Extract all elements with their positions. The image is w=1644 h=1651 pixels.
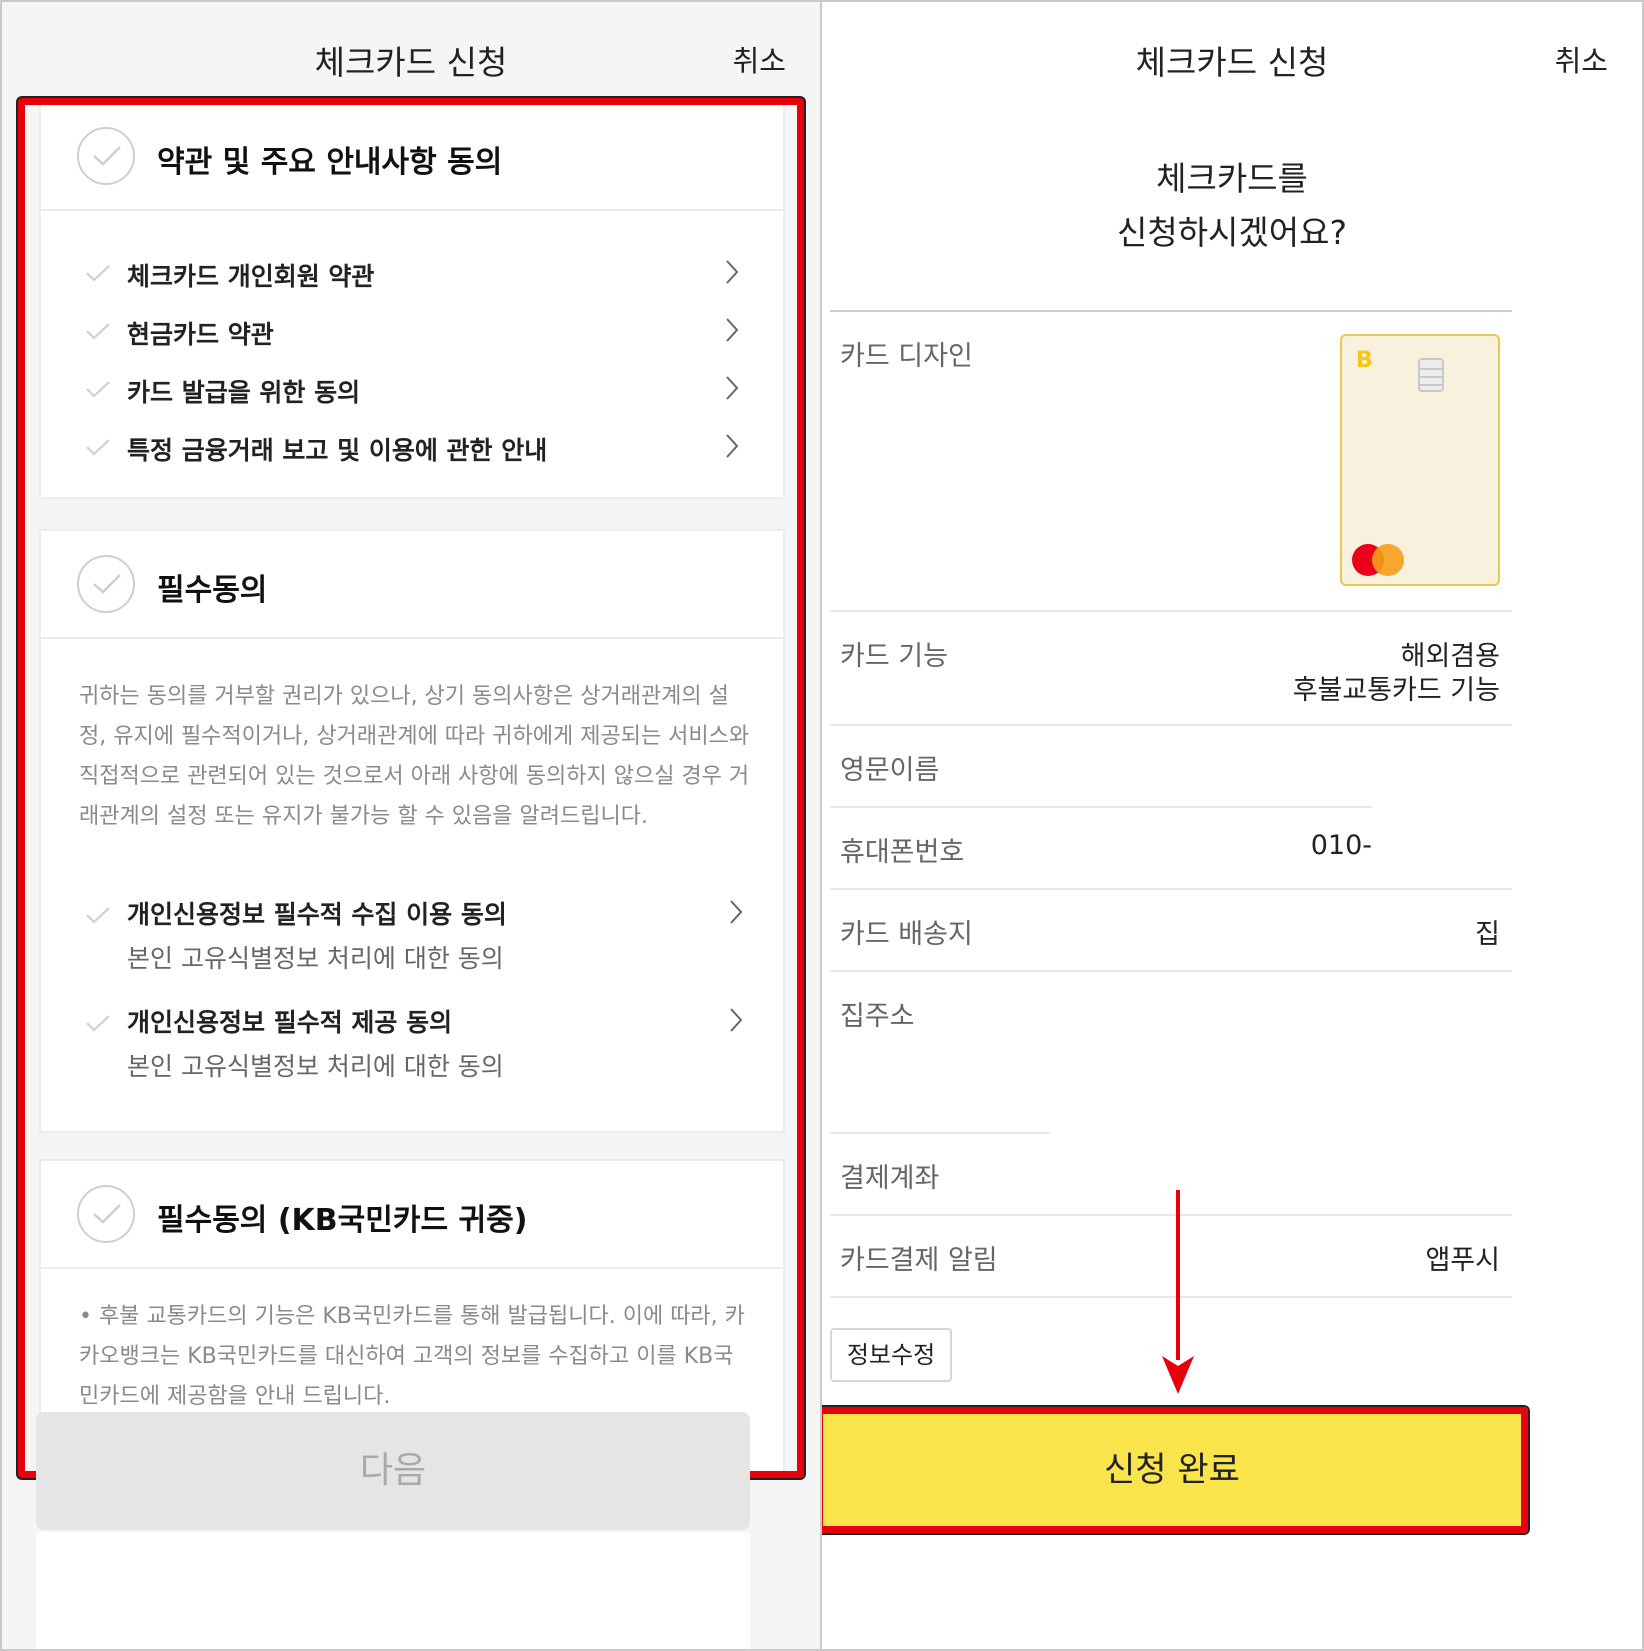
check-icon [86,1015,110,1032]
check-icon [86,381,110,398]
divider [830,888,1512,890]
term-item-issuance[interactable]: 카드 발급을 위한 동의 [41,361,783,419]
required-consent-header[interactable]: 필수동의 [41,531,783,639]
required-consent-card: 필수동의 귀하는 동의를 거부할 권리가 있으나, 상기 동의사항은 상거래관계… [39,529,785,1133]
phone-value: 010- [1310,830,1372,861]
next-button[interactable]: 다음 [36,1412,750,1530]
left-cancel-button[interactable]: 취소 [733,38,786,80]
chevron-right-icon [730,1008,743,1032]
account-label: 결제계좌 [840,1163,940,1194]
chevron-right-icon [726,260,739,284]
card-function-label: 카드 기능 [840,641,948,672]
kb-consent-header[interactable]: 필수동의 (KB국민카드 귀중) [41,1161,783,1269]
alert-value: 앱푸시 [1425,1245,1500,1276]
terms-card: 약관 및 주요 안내사항 동의 체크카드 개인회원 약관 현금카드 약관 카드 … [39,105,785,499]
chevron-right-icon [726,318,739,342]
term-item-label: 체크카드 개인회원 약관 [127,262,375,291]
brand-logo-icon: B [1356,348,1373,373]
check-required-consent-checkbox[interactable] [77,555,135,613]
required-consent-title: 필수동의 [157,573,268,608]
divider [830,724,1512,726]
term-item-cashcard[interactable]: 현금카드 약관 [41,303,783,361]
required-consent-notice: 귀하는 동의를 거부할 권리가 있으나, 상기 동의사항은 상거래관계의 설정,… [79,684,750,829]
terms-card-title: 약관 및 주요 안내사항 동의 [157,145,503,180]
term-item-checkcard[interactable]: 체크카드 개인회원 약관 [41,245,783,303]
consent-item-label: 개인신용정보 필수적 수집 이용 동의 [127,900,507,929]
card-function-value-2: 후불교통카드 기능 [1292,675,1500,706]
confirm-question-line1: 체크카드를 [1156,159,1308,198]
check-icon [86,323,110,340]
delivery-value: 집 [1475,919,1500,950]
check-all-terms-checkbox[interactable] [77,127,135,185]
card-chip-icon [1418,358,1444,392]
check-icon [86,907,110,924]
terms-card-header[interactable]: 약관 및 주요 안내사항 동의 [41,105,783,211]
consent-item-sublabel: 본인 고유식별정보 처리에 대한 동의 [127,1052,504,1081]
term-item-label: 카드 발급을 위한 동의 [127,378,361,407]
chevron-right-icon [726,376,739,400]
right-app-bar: 체크카드 신청 취소 [822,2,1642,102]
check-icon [93,1204,121,1224]
submit-highlight: 신청 완료 [822,1407,1528,1533]
right-page-title: 체크카드 신청 [1135,43,1329,82]
card-design-label: 카드 디자인 [840,341,973,372]
check-icon [86,439,110,456]
terms-list: 체크카드 개인회원 약관 현금카드 약관 카드 발급을 위한 동의 특정 금융거… [41,245,783,477]
chevron-right-icon [730,900,743,924]
check-icon [93,574,121,594]
term-item-label: 특정 금융거래 보고 및 이용에 관한 안내 [127,436,548,465]
alert-label: 카드결제 알림 [840,1245,998,1276]
divider [830,806,1372,808]
info-top-divider [830,310,1512,312]
mastercard-orange-circle [1372,544,1404,576]
consent-item-label: 개인신용정보 필수적 제공 동의 [127,1008,453,1037]
terms-scroll-region[interactable]: 약관 및 주요 안내사항 동의 체크카드 개인회원 약관 현금카드 약관 카드 … [18,98,804,1478]
kb-consent-notice: • 후불 교통카드의 기능은 KB국민카드를 통해 발급됩니다. 이에 따라, … [79,1304,745,1409]
divider [830,610,1512,612]
arrow-down-icon [1162,1190,1194,1394]
card-design-image: B [1340,334,1500,586]
consent-item-sublabel: 본인 고유식별정보 처리에 대한 동의 [127,944,504,973]
consent-item-provision[interactable]: 개인신용정보 필수적 제공 동의 본인 고유식별정보 처리에 대한 동의 [41,995,787,1095]
terms-agreement-screen: 체크카드 신청 취소 약관 및 주요 안내사항 동의 체크카드 개인회원 약관 … [2,2,820,1649]
edit-info-button[interactable]: 정보수정 [830,1328,952,1382]
divider [830,1132,1050,1134]
kb-consent-title: 필수동의 (KB국민카드 귀중) [157,1203,528,1238]
check-icon [86,265,110,282]
term-item-label: 현금카드 약관 [127,320,274,349]
delivery-label: 카드 배송지 [840,919,973,950]
term-item-financial-report[interactable]: 특정 금융거래 보고 및 이용에 관한 안내 [41,419,783,477]
left-bottom-area [36,1532,750,1649]
application-confirm-screen: 체크카드 신청 취소 체크카드를 신청하시겠어요? 카드 디자인 B 카드 기능… [822,2,1642,1649]
left-app-bar: 체크카드 신청 취소 [2,2,820,102]
submit-application-button[interactable]: 신청 완료 [823,1414,1521,1526]
left-page-title: 체크카드 신청 [314,43,508,82]
confirm-question-line2: 신청하시겠어요? [1116,213,1348,252]
check-icon [93,146,121,166]
phone-label: 휴대폰번호 [840,837,965,868]
consent-item-collection[interactable]: 개인신용정보 필수적 수집 이용 동의 본인 고유식별정보 처리에 대한 동의 [41,887,787,987]
address-label: 집주소 [840,1001,915,1032]
divider [830,970,1512,972]
english-name-label: 영문이름 [840,755,940,786]
right-cancel-button[interactable]: 취소 [1555,38,1608,80]
check-kb-consent-checkbox[interactable] [77,1185,135,1243]
confirm-question: 체크카드를 신청하시겠어요? [822,152,1642,260]
chevron-right-icon [726,434,739,458]
